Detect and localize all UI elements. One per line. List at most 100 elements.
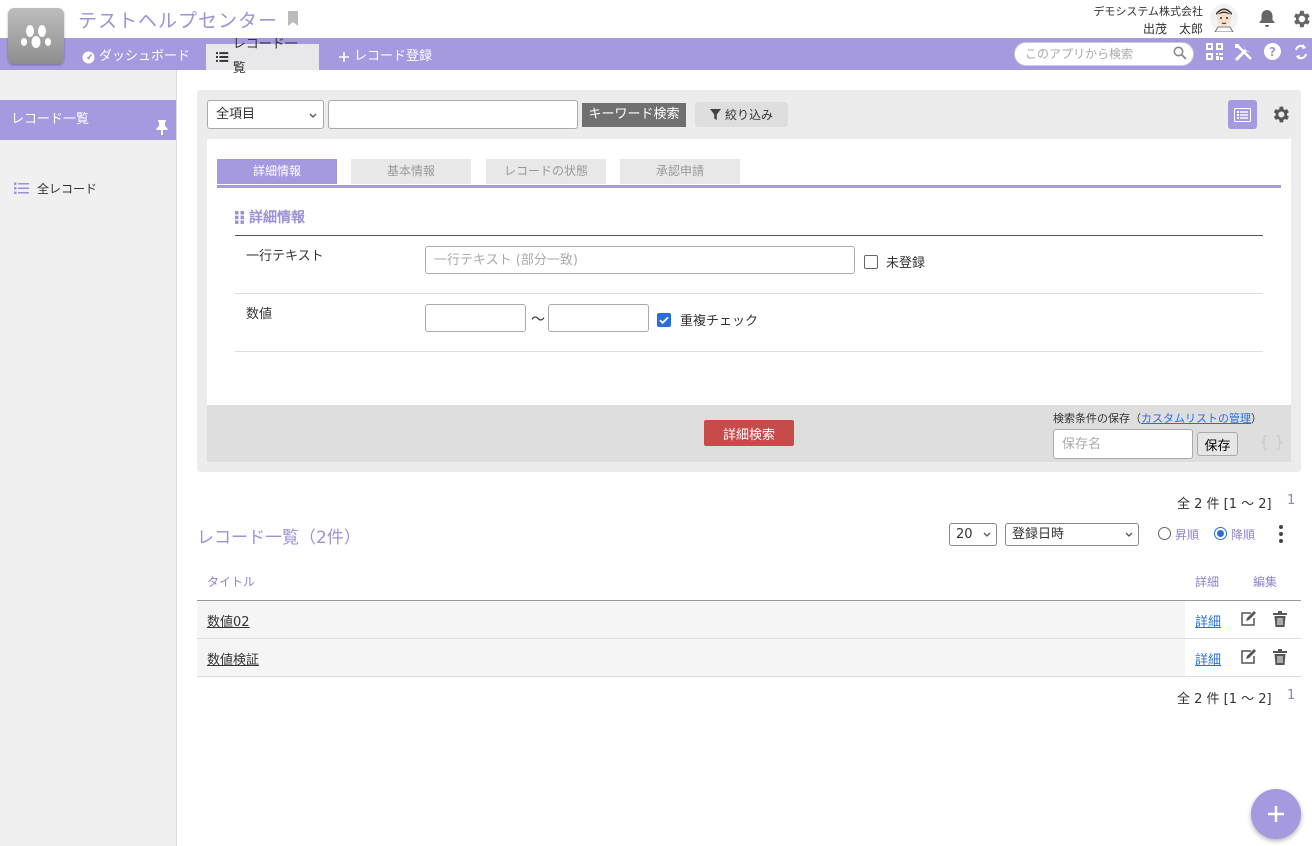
column-header-edit: 編集: [1253, 575, 1278, 589]
list-title: レコード一覧（2件）: [197, 528, 361, 548]
trash-icon[interactable]: [1273, 611, 1287, 631]
nav-dashboard[interactable]: ダッシュボード: [72, 44, 200, 70]
drag-handle-icon: [235, 210, 244, 224]
chevron-down-icon: [982, 524, 992, 552]
record-detail-link[interactable]: 詳細: [1195, 649, 1221, 668]
edit-icon[interactable]: [1240, 649, 1256, 669]
custom-list-manage-link[interactable]: カスタムリストの管理: [1141, 412, 1251, 425]
table-row: 数値検証 詳細: [197, 639, 1301, 677]
record-title-link[interactable]: 数値検証: [207, 649, 259, 668]
help-icon[interactable]: ?: [1264, 43, 1281, 64]
list-view-toggle[interactable]: [1228, 100, 1257, 129]
record-title-link[interactable]: 数値02: [207, 611, 250, 630]
list-view-icon: [1234, 107, 1251, 122]
record-detail-link[interactable]: 詳細: [1195, 611, 1221, 630]
text-field-label: 一行テキスト: [246, 249, 324, 264]
nav-record-add[interactable]: レコード登録: [328, 44, 442, 70]
filter-funnel-icon: [709, 109, 721, 120]
nav-record-list[interactable]: レコード一覧: [206, 37, 319, 76]
filter-button[interactable]: 絞り込み: [695, 102, 788, 127]
number-from-input[interactable]: [425, 304, 526, 332]
search-icon[interactable]: [1173, 46, 1187, 64]
user-name[interactable]: 出茂 太郎: [1143, 20, 1203, 37]
search-settings-gear-icon[interactable]: [1270, 104, 1291, 129]
row-actions: 詳細: [1185, 601, 1301, 638]
save-caption: 検索条件の保存（カスタムリストの管理）: [1053, 410, 1262, 426]
keyword-input[interactable]: [328, 100, 578, 129]
braces-icon[interactable]: { }: [1259, 432, 1284, 451]
field-select[interactable]: 全項目: [207, 100, 324, 129]
per-page-select[interactable]: 20: [949, 523, 997, 546]
pin-icon[interactable]: [156, 112, 168, 152]
checkmark-icon: [659, 316, 669, 325]
pager-page-top[interactable]: 1: [1287, 493, 1295, 508]
tab-basic-info[interactable]: 基本情報: [351, 159, 471, 184]
row-divider: [235, 351, 1263, 352]
per-page-value: 20: [956, 527, 973, 542]
sidebar-item-label: 全レコード: [37, 182, 98, 196]
sidebar-header: レコード一覧: [0, 100, 176, 140]
row-actions: 詳細: [1185, 639, 1301, 676]
tab-approval-request[interactable]: 承認申請: [620, 159, 740, 184]
main-navbar: ダッシュボード レコード一覧 レコード登録: [0, 37, 1312, 76]
save-name-input[interactable]: [1053, 429, 1193, 459]
pager-summary-top: 全 2 件 [1 〜 2]: [1177, 497, 1272, 512]
dashboard-icon: [82, 51, 95, 63]
search-panel: 全項目 キーワード検索 絞り込み 詳細情報 基本情報 レコードの状態 承認申請 …: [197, 90, 1301, 472]
unregistered-checkbox[interactable]: [864, 255, 878, 269]
sort-desc-radio[interactable]: [1214, 527, 1227, 540]
chevron-down-icon: [1124, 524, 1134, 552]
sort-field-select[interactable]: 登録日時: [1005, 523, 1139, 546]
range-separator: 〜: [531, 312, 545, 328]
pager-page-bottom[interactable]: 1: [1287, 688, 1295, 703]
pager-summary-bottom: 全 2 件 [1 〜 2]: [1177, 692, 1272, 707]
nav-record-list-label: レコード一覧: [232, 37, 298, 76]
trash-icon[interactable]: [1273, 649, 1287, 669]
detail-search-form: 詳細情報 基本情報 レコードの状態 承認申請 詳細情報 一行テキスト 未登録 数…: [207, 139, 1291, 405]
keyword-search-button[interactable]: キーワード検索: [582, 103, 686, 127]
table-row: 数値02 詳細: [197, 601, 1301, 639]
filter-button-label: 絞り込み: [724, 108, 773, 122]
duplicate-check-checkbox[interactable]: [657, 313, 671, 327]
tab-record-status[interactable]: レコードの状態: [486, 159, 606, 184]
list-icon: [216, 52, 229, 62]
single-line-text-input[interactable]: [425, 246, 855, 274]
sort-asc-radio[interactable]: [1158, 527, 1171, 540]
app-search-input[interactable]: [1014, 42, 1194, 66]
section-divider: [235, 235, 1263, 236]
tab-detail-info[interactable]: 詳細情報: [217, 159, 337, 184]
plus-icon: [339, 52, 349, 62]
qr-code-icon[interactable]: [1206, 43, 1223, 64]
tools-icon[interactable]: [1234, 43, 1253, 66]
section-title: 詳細情報: [235, 207, 305, 227]
settings-gear-icon[interactable]: [1290, 8, 1312, 34]
app-logo[interactable]: [8, 8, 64, 64]
row-divider: [235, 293, 1263, 294]
column-header-title[interactable]: タイトル: [207, 573, 255, 590]
sidebar-header-label: レコード一覧: [11, 112, 90, 127]
sidebar-item-all-records[interactable]: 全レコード: [14, 180, 97, 197]
nav-record-add-label: レコード登録: [354, 49, 433, 64]
plus-icon: [1268, 806, 1284, 822]
number-field-label: 数値: [246, 307, 273, 322]
avatar[interactable]: [1210, 4, 1238, 33]
drops-logo-icon: [21, 25, 51, 48]
number-to-input[interactable]: [548, 304, 649, 332]
add-record-fab[interactable]: [1251, 789, 1301, 839]
bell-icon[interactable]: [1257, 8, 1277, 32]
company-name: デモシステム株式会社: [1093, 5, 1203, 18]
duplicate-check-label: 重複チェック: [680, 314, 759, 329]
switch-arrows-icon[interactable]: [1293, 43, 1309, 65]
column-header-detail: 詳細: [1195, 575, 1220, 589]
bookmark-icon[interactable]: [287, 11, 299, 30]
search-footer: 詳細検索 検索条件の保存（カスタムリストの管理） 保存 { }: [207, 405, 1291, 462]
app-title: テストヘルプセンター: [78, 10, 279, 32]
more-options-icon[interactable]: [1274, 524, 1288, 548]
list-icon: [14, 182, 29, 194]
field-select-value: 全項目: [216, 107, 256, 122]
sort-desc-label: 降順: [1231, 528, 1256, 542]
detail-search-button[interactable]: 詳細検索: [704, 420, 794, 446]
section-title-label: 詳細情報: [249, 210, 305, 226]
edit-icon[interactable]: [1240, 611, 1256, 631]
save-button[interactable]: 保存: [1197, 432, 1238, 456]
